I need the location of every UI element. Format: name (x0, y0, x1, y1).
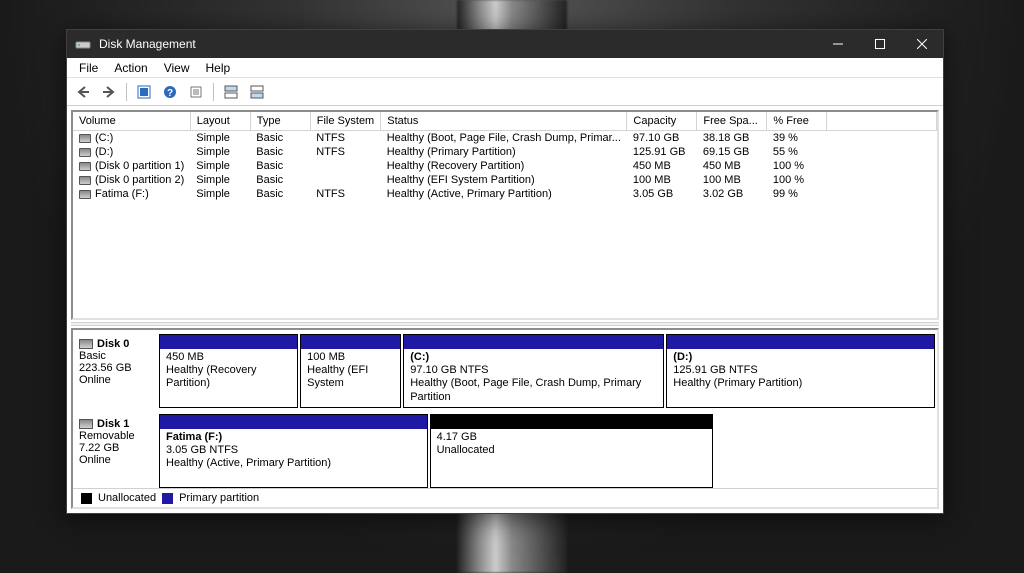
legend: Unallocated Primary partition (73, 488, 937, 507)
partition-stripe (160, 415, 427, 429)
pane-splitter[interactable] (71, 322, 939, 326)
partition[interactable]: 100 MBHealthy (EFI System (300, 334, 401, 408)
volume-row[interactable]: Fatima (F:)SimpleBasicNTFSHealthy (Activ… (73, 187, 937, 201)
volume-icon (79, 190, 91, 199)
volume-icon (79, 176, 91, 185)
menu-action[interactable]: Action (106, 59, 155, 77)
graphical-scroll[interactable]: Disk 0Basic223.56 GBOnline450 MBHealthy … (73, 330, 937, 488)
col-pctfree[interactable]: % Free (767, 112, 827, 131)
partition-info: 450 MBHealthy (Recovery Partition) (160, 349, 297, 407)
disk-row: Disk 1Removable7.22 GBOnlineFatima (F:)3… (75, 414, 935, 488)
partition-info: (D:)125.91 GB NTFSHealthy (Primary Parti… (667, 349, 934, 407)
minimize-button[interactable] (817, 30, 859, 58)
legend-swatch-unallocated (81, 493, 92, 504)
disk-icon (79, 339, 93, 349)
disk-partitions: 450 MBHealthy (Recovery Partition)100 MB… (159, 334, 935, 408)
partition-info: 100 MBHealthy (EFI System (301, 349, 400, 407)
properties-button[interactable] (184, 81, 208, 103)
content-area: Volume Layout Type File System Status Ca… (67, 106, 943, 513)
col-freespace[interactable]: Free Spa... (697, 112, 767, 131)
help-button[interactable]: ? (158, 81, 182, 103)
forward-button[interactable] (97, 81, 121, 103)
window-title: Disk Management (99, 37, 196, 51)
volume-list[interactable]: Volume Layout Type File System Status Ca… (71, 110, 939, 320)
partition[interactable]: (C:)97.10 GB NTFSHealthy (Boot, Page Fil… (403, 334, 664, 408)
titlebar[interactable]: Disk Management (67, 30, 943, 58)
partition-info: (C:)97.10 GB NTFSHealthy (Boot, Page Fil… (404, 349, 663, 407)
partition-stripe (431, 415, 713, 429)
volume-row[interactable]: (Disk 0 partition 2)SimpleBasicHealthy (… (73, 173, 937, 187)
disk-label[interactable]: Disk 1Removable7.22 GBOnline (75, 414, 159, 488)
menu-help[interactable]: Help (198, 59, 239, 77)
svg-text:?: ? (167, 88, 173, 99)
partition[interactable]: 4.17 GBUnallocated (430, 414, 714, 488)
col-layout[interactable]: Layout (190, 112, 250, 131)
menu-view[interactable]: View (156, 59, 198, 77)
partition-stripe (301, 335, 400, 349)
menu-file[interactable]: File (71, 59, 106, 77)
volume-header-row[interactable]: Volume Layout Type File System Status Ca… (73, 112, 937, 131)
disk-row: Disk 0Basic223.56 GBOnline450 MBHealthy … (75, 334, 935, 408)
col-spacer (827, 112, 937, 131)
partition-info: 4.17 GBUnallocated (431, 429, 713, 487)
refresh-button[interactable] (132, 81, 156, 103)
menubar: File Action View Help (67, 58, 943, 78)
col-capacity[interactable]: Capacity (627, 112, 697, 131)
disk-partitions: Fatima (F:)3.05 GB NTFSHealthy (Active, … (159, 414, 713, 488)
col-status[interactable]: Status (381, 112, 627, 131)
disk-management-window: Disk Management File Action View Help (66, 29, 944, 514)
toolbar: ? (67, 78, 943, 106)
partition[interactable]: Fatima (F:)3.05 GB NTFSHealthy (Active, … (159, 414, 428, 488)
disk-icon (79, 419, 93, 429)
disk-label[interactable]: Disk 0Basic223.56 GBOnline (75, 334, 159, 408)
col-type[interactable]: Type (250, 112, 310, 131)
legend-swatch-primary (162, 493, 173, 504)
col-filesystem[interactable]: File System (310, 112, 380, 131)
volume-row[interactable]: (D:)SimpleBasicNTFSHealthy (Primary Part… (73, 145, 937, 159)
view-top-button[interactable] (219, 81, 243, 103)
view-bottom-button[interactable] (245, 81, 269, 103)
partition[interactable]: (D:)125.91 GB NTFSHealthy (Primary Parti… (666, 334, 935, 408)
app-icon (75, 36, 91, 52)
legend-label-primary: Primary partition (179, 492, 259, 504)
volume-icon (79, 162, 91, 171)
maximize-button[interactable] (859, 30, 901, 58)
toolbar-separator (213, 83, 214, 101)
volume-icon (79, 148, 91, 157)
back-button[interactable] (71, 81, 95, 103)
graphical-view: Disk 0Basic223.56 GBOnline450 MBHealthy … (71, 328, 939, 509)
partition-stripe (160, 335, 297, 349)
partition-info: Fatima (F:)3.05 GB NTFSHealthy (Active, … (160, 429, 427, 487)
col-volume[interactable]: Volume (73, 112, 190, 131)
partition-stripe (667, 335, 934, 349)
volume-row[interactable]: (C:)SimpleBasicNTFSHealthy (Boot, Page F… (73, 131, 937, 146)
partition-stripe (404, 335, 663, 349)
toolbar-separator (126, 83, 127, 101)
partition[interactable]: 450 MBHealthy (Recovery Partition) (159, 334, 298, 408)
close-button[interactable] (901, 30, 943, 58)
volume-row[interactable]: (Disk 0 partition 1)SimpleBasicHealthy (… (73, 159, 937, 173)
volume-icon (79, 134, 91, 143)
legend-label-unallocated: Unallocated (98, 492, 156, 504)
